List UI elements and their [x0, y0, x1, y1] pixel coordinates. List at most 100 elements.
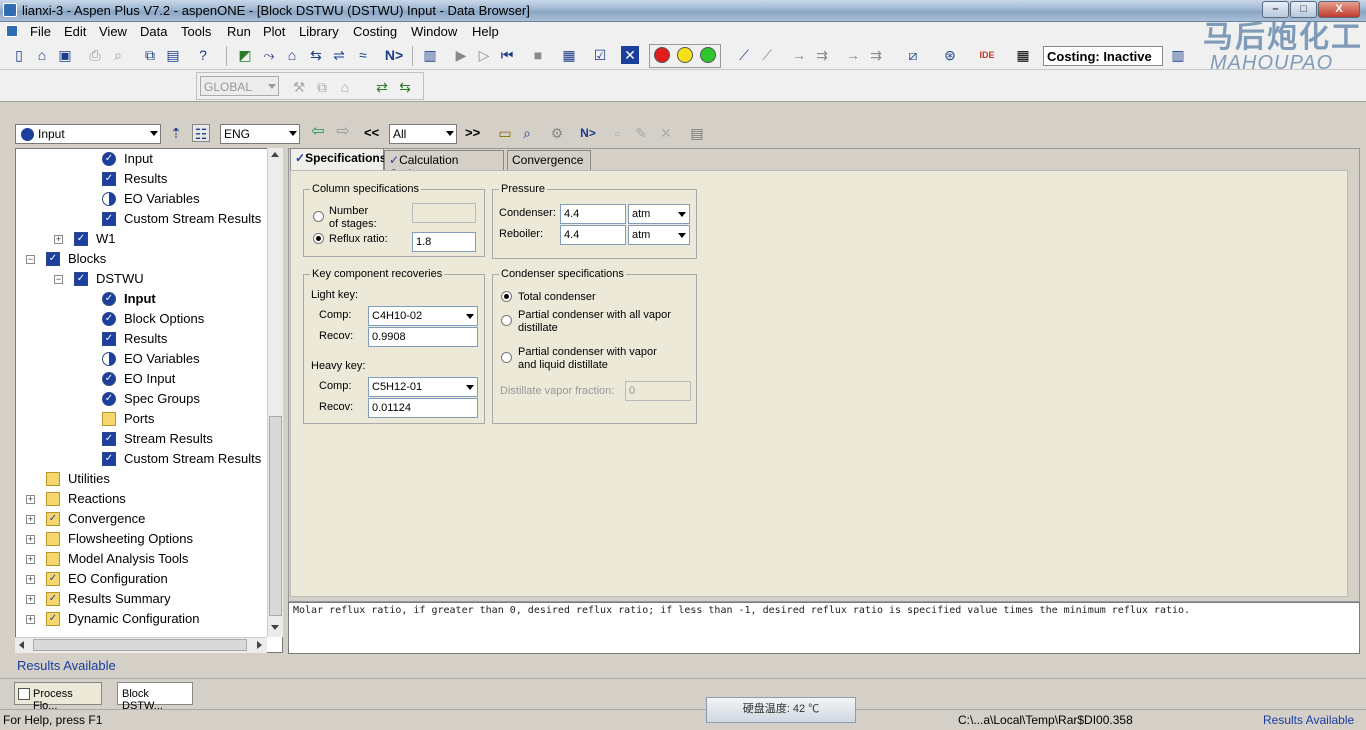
tree-item[interactable]: ✓ Stream Results	[16, 429, 282, 449]
context-help-icon[interactable]: ?	[194, 46, 212, 64]
tree-item[interactable]: − ✓ DSTWU	[16, 269, 282, 289]
tree-expander-icon[interactable]: +	[54, 235, 63, 244]
tab-specifications[interactable]: ✓Specifications	[290, 148, 386, 170]
menu-tools[interactable]: Tools	[181, 24, 211, 39]
arrow-right-icon-2[interactable]: →	[844, 46, 862, 64]
grid-icon[interactable]: ▦	[1014, 46, 1032, 64]
menu-window[interactable]: Window	[411, 24, 457, 39]
units-combo[interactable]: ENG	[220, 124, 300, 144]
lock-icon[interactable]: ⌂	[336, 78, 354, 96]
check-results-icon[interactable]: ☑	[591, 46, 609, 64]
stages-input[interactable]	[412, 203, 476, 223]
partial-vapor-radio[interactable]	[501, 315, 512, 326]
run-icon[interactable]: ▶	[452, 46, 470, 64]
tree-item[interactable]: + Flowsheeting Options	[16, 529, 282, 549]
reboiler-pressure-input[interactable]: 4.4	[560, 225, 626, 245]
tree-item[interactable]: ✓ Spec Groups	[16, 389, 282, 409]
open-folder-icon[interactable]: ⌂	[33, 46, 51, 64]
heavy-key-comp-select[interactable]: C5H12-01	[368, 377, 478, 397]
tree-expander-icon[interactable]: +	[26, 555, 35, 564]
export-icon[interactable]: ⇄	[373, 78, 391, 96]
heavy-key-recov-input[interactable]: 0.01124	[368, 398, 478, 418]
tree-item[interactable]: ✓ Results	[16, 169, 282, 189]
red-light-icon[interactable]	[654, 47, 670, 63]
tree-item[interactable]: + Model Analysis Tools	[16, 549, 282, 569]
import-icon[interactable]: ⇆	[396, 78, 414, 96]
edit-pencil-icon[interactable]: ✎	[632, 124, 650, 142]
print-preview-icon[interactable]: ⌕	[109, 46, 127, 64]
paste-icon[interactable]: ▤	[164, 46, 182, 64]
plot-icon[interactable]: ⟋	[735, 46, 753, 64]
save-icon[interactable]: ▣	[56, 46, 74, 64]
menu-view[interactable]: View	[99, 24, 127, 39]
report-icon[interactable]: ▤	[688, 124, 706, 142]
tree-item[interactable]: ✓ Block Options	[16, 309, 282, 329]
reboiler-unit-select[interactable]: atm	[628, 225, 690, 245]
scroll-right-icon[interactable]	[257, 641, 262, 649]
forward-arrow-icon[interactable]: ⇨	[334, 123, 352, 141]
plot-sub-icon[interactable]: ⟋	[758, 46, 776, 64]
tree-item[interactable]: ✓ Custom Stream Results	[16, 209, 282, 229]
tools-icon[interactable]: ⚒	[290, 78, 308, 96]
scroll-up-icon[interactable]	[271, 152, 279, 157]
green-light-icon[interactable]	[700, 47, 716, 63]
delete-icon[interactable]: ✕	[657, 124, 675, 142]
analysis-icon[interactable]: ⧄	[904, 46, 922, 64]
tree-item[interactable]: + ✓ EO Configuration	[16, 569, 282, 589]
previous-button[interactable]: <<	[364, 125, 379, 140]
menu-costing[interactable]: Costing	[353, 24, 397, 39]
tree-expander-icon[interactable]: +	[26, 495, 35, 504]
step-icon[interactable]: ▷	[475, 46, 493, 64]
tree-expander-icon[interactable]: +	[26, 575, 35, 584]
tree-item[interactable]: + ✓ Results Summary	[16, 589, 282, 609]
next-toolbar-button[interactable]: N>	[383, 46, 405, 64]
yellow-light-icon[interactable]	[677, 47, 693, 63]
tree-expander-icon[interactable]: −	[26, 255, 35, 264]
tree-scroll-thumb[interactable]	[269, 416, 282, 616]
stages-radio[interactable]	[313, 211, 324, 222]
control-panel-icon[interactable]: ▥	[421, 46, 439, 64]
copy-block-icon[interactable]: ⧉	[313, 78, 331, 96]
reflux-ratio-input[interactable]: 1.8	[412, 232, 476, 252]
new-file-icon[interactable]: ▯	[10, 46, 28, 64]
total-condenser-radio[interactable]	[501, 291, 512, 302]
tree-item[interactable]: + ✓ W1	[16, 229, 282, 249]
aspen-symbol-icon[interactable]: ⊛	[941, 46, 959, 64]
back-arrow-icon[interactable]: ⇦	[309, 123, 327, 141]
condenser-pressure-input[interactable]: 4.4	[560, 204, 626, 224]
connect-icon[interactable]: ⇌	[330, 46, 348, 64]
tree-item[interactable]: − ✓ Blocks	[16, 249, 282, 269]
block-dstwu-tab[interactable]: Block DSTW...	[117, 682, 193, 712]
copy-icon[interactable]: ⧉	[141, 46, 159, 64]
up-folder-icon[interactable]: ⇡	[167, 124, 185, 142]
plot-wizard-icon[interactable]: ◩	[236, 46, 254, 64]
stop-icon[interactable]: ■	[529, 46, 547, 64]
arrow-fork-icon-2[interactable]: ⇉	[867, 46, 885, 64]
tree-item[interactable]: ✓ Custom Stream Results	[16, 449, 282, 469]
tree-item[interactable]: + ✓ Dynamic Configuration	[16, 609, 282, 629]
arrow-fork-icon[interactable]: ⇉	[813, 46, 831, 64]
tree-item[interactable]: ✓ Results	[16, 329, 282, 349]
tree-vertical-scrollbar[interactable]	[267, 148, 283, 637]
tree-expander-icon[interactable]: +	[26, 535, 35, 544]
menu-run[interactable]: Run	[227, 24, 251, 39]
tree-item[interactable]: ✓ Input	[16, 149, 282, 169]
aspen-app-icon[interactable]	[3, 3, 17, 17]
document-icon[interactable]	[6, 25, 18, 37]
data-browser-tree[interactable]: ✓ Input ✓ Results EO Variables ✓ Custom Stream…	[15, 148, 283, 653]
scroll-down-icon[interactable]	[271, 625, 279, 630]
gear-icon[interactable]: ⚙	[548, 124, 566, 142]
process-flowsheet-tab[interactable]: Process Flo...	[14, 682, 102, 712]
menu-edit[interactable]: Edit	[64, 24, 86, 39]
new-item-icon[interactable]: ▫	[608, 124, 626, 142]
notes-icon[interactable]: ▭	[496, 124, 514, 142]
costing-chart-icon[interactable]: ▥	[1169, 46, 1187, 64]
tree-item[interactable]: ✓ Input	[16, 289, 282, 309]
chevron-down-icon[interactable]	[268, 84, 276, 89]
filter-combo[interactable]: All	[389, 124, 457, 144]
tab-convergence[interactable]: Convergence	[507, 150, 591, 170]
menu-help[interactable]: Help	[472, 24, 499, 39]
ide-icon[interactable]: IDE	[978, 46, 996, 64]
menu-library[interactable]: Library	[299, 24, 339, 39]
search-status-icon[interactable]: ⌕	[518, 124, 536, 142]
